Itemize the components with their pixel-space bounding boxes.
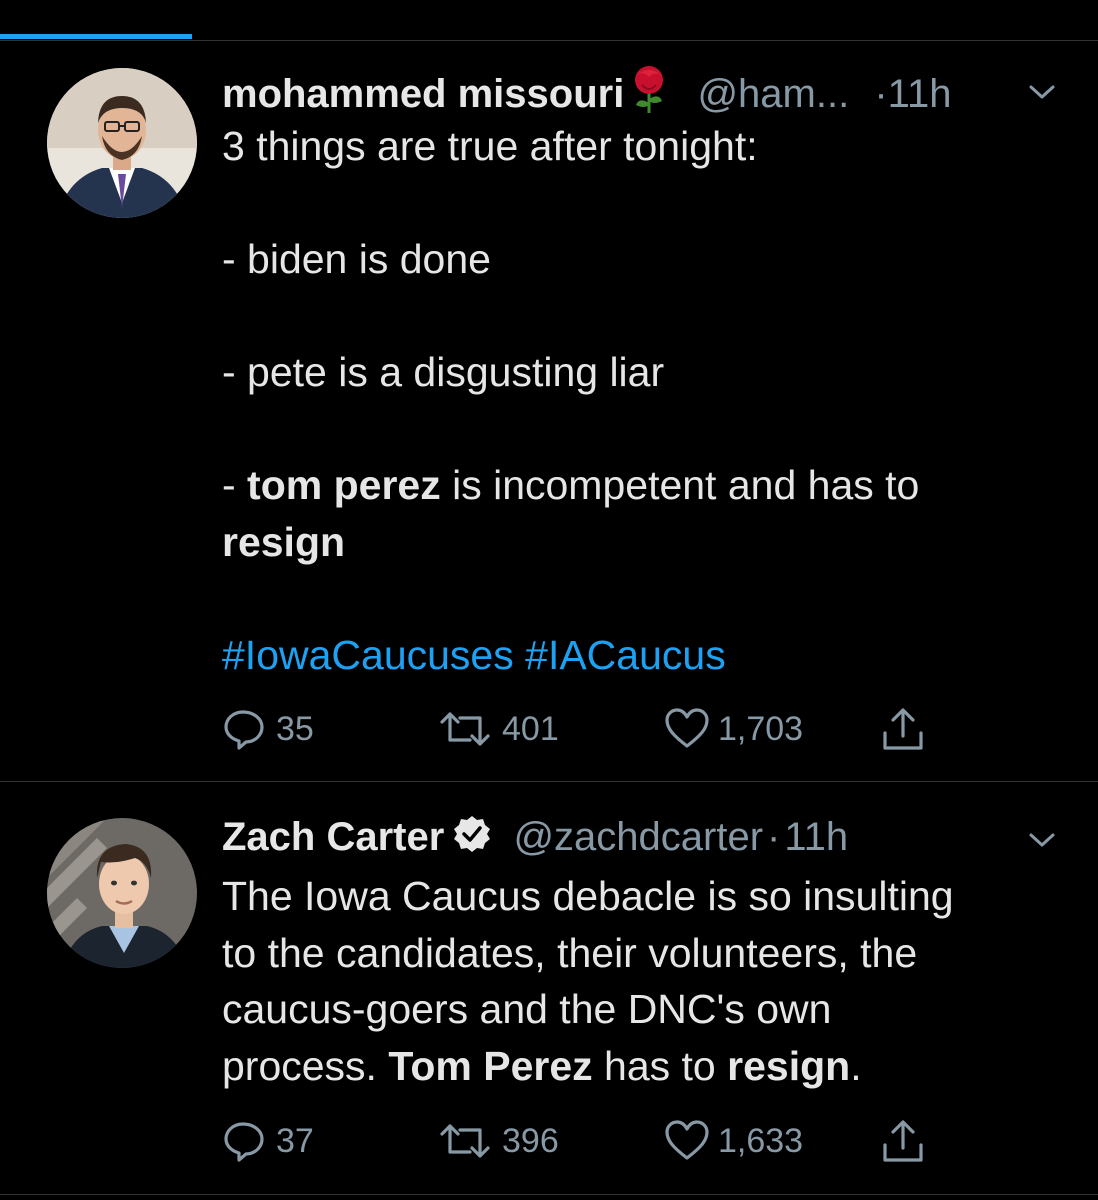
share-button[interactable] [880,706,926,752]
reply-icon [222,706,268,752]
author-name[interactable]: mohammed missouri [222,72,624,116]
bold-text: Tom Perez [388,1042,593,1089]
like-count: 1,703 [718,709,804,748]
author-handle[interactable]: @zachdcarter [513,815,763,859]
chevron-down-icon[interactable] [1028,826,1056,854]
reply-button[interactable]: 37 [222,1118,314,1164]
tweet-divider [0,1194,1098,1195]
tweet-header: mohammed missouri @ham... ·11h [222,63,1058,116]
separator-dot: · [874,72,888,116]
like-count: 1,633 [718,1121,804,1160]
retweet-button[interactable]: 396 [436,1118,559,1164]
author-handle[interactable]: @ham... [697,72,849,116]
bold-text: resign [727,1042,851,1089]
like-button[interactable]: 1,703 [664,706,803,752]
tweet-text: The Iowa Caucus debacle is so insulting … [222,868,1052,1094]
progress-fill [0,34,193,39]
tweet-divider [0,781,1098,782]
verified-badge-icon [452,814,492,866]
bold-text: tom perez [247,462,441,508]
like-button[interactable]: 1,633 [664,1118,803,1164]
rose-icon [624,63,674,125]
text-fragment: process. [222,1042,389,1089]
share-icon [880,1118,926,1164]
avatar[interactable] [47,68,197,218]
share-icon [880,706,926,752]
tweet-text-line: to the candidates, their volunteers, the [222,929,918,976]
text-fragment: . [850,1042,862,1089]
hashtag-line: #IowaCaucuses #IACaucus [222,627,1052,684]
tweet-actions: 37 396 1,633 [222,1118,982,1168]
reply-count: 35 [276,709,314,748]
hashtag-link[interactable]: #IowaCaucuses [222,632,514,678]
tweet-text-line: 3 things are true after tonight: [222,123,758,169]
heart-icon [664,706,710,752]
progress-track [0,40,1098,41]
tweet-text-line: - pete is a disgusting liar [222,349,665,395]
retweet-count: 396 [502,1121,559,1160]
avatar[interactable] [47,818,197,968]
timestamp[interactable]: 11h [888,72,952,116]
bold-text: resign [222,518,346,565]
retweet-count: 401 [502,709,559,748]
hashtag-link[interactable]: #IACaucus [525,632,726,678]
reply-button[interactable]: 35 [222,706,314,752]
separator-dot: · [767,815,781,859]
share-button[interactable] [880,1118,926,1164]
text-fragment: has to [592,1042,728,1089]
heart-icon [664,1118,710,1164]
author-name[interactable]: Zach Carter [222,815,444,859]
chevron-down-icon[interactable] [1028,78,1056,106]
tweet-text-line: caucus-goers and the DNC's own [222,986,832,1032]
reply-count: 37 [276,1121,314,1160]
tweet-actions: 35 401 1,703 [222,706,982,756]
tweet-text-line: - tom perez is incompetent and has to [222,457,1052,514]
retweet-icon [436,1118,494,1164]
tweet-text-line: - biden is done [222,236,491,282]
tweet-text: 3 things are true after tonight: - biden… [222,118,1052,683]
timestamp[interactable]: 11h [784,815,848,859]
text-fragment: is incompetent and has to [440,462,920,508]
tweet-header: Zach Carter @zachdcarter · 11h [222,812,1058,862]
retweet-icon [436,706,494,752]
text-fragment: - [222,462,248,508]
tweet-text-line: process. Tom Perez has to resign. [222,1038,1052,1095]
reply-icon [222,1118,268,1164]
tweet-text-line: The Iowa Caucus debacle is so insulting [222,873,954,919]
retweet-button[interactable]: 401 [436,706,559,752]
